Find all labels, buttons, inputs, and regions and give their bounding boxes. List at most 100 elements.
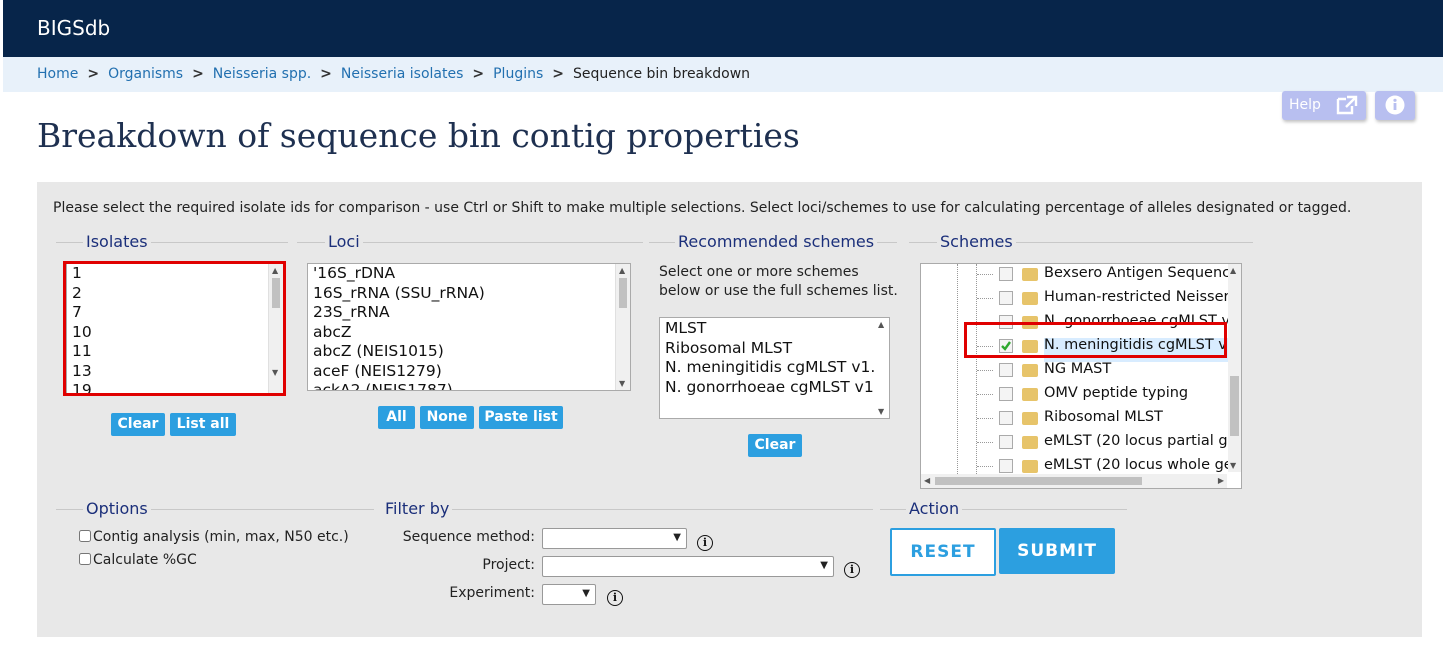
recommended-scheme-option[interactable]: N. gonorrhoeae cgMLST v1.0: [660, 378, 889, 398]
scheme-tree-item[interactable]: Bexsero Antigen Sequence Typing: [921, 264, 1241, 286]
scheme-checkbox[interactable]: [999, 435, 1013, 449]
locus-option[interactable]: abcZ: [308, 323, 630, 343]
reset-button[interactable]: RESET: [890, 528, 996, 576]
scroll-right-icon[interactable]: ▶: [1218, 476, 1224, 485]
scheme-tree-item[interactable]: Human-restricted Neisseria: [921, 286, 1241, 310]
breadcrumb-separator: >: [320, 66, 332, 82]
isolates-clear-button[interactable]: Clear: [111, 413, 165, 436]
schemes-horizontal-scrollbar[interactable]: ◀ ▶: [921, 474, 1227, 488]
recommended-schemes-listbox[interactable]: MLST Ribosomal MLST N. meningitidis cgMLST…: [659, 317, 890, 419]
scheme-label: OMV peptide typing: [1044, 385, 1189, 401]
locus-option[interactable]: aceF (NEIS1279): [308, 362, 630, 382]
calculate-gc-label: Calculate %GC: [93, 552, 197, 568]
scroll-up-icon[interactable]: ▲: [878, 320, 884, 329]
info-icon[interactable]: i: [607, 590, 623, 606]
locus-option[interactable]: ackA2 (NEIS1787): [308, 381, 630, 390]
submit-button[interactable]: SUBMIT: [999, 528, 1115, 574]
recommended-scheme-option[interactable]: Ribosomal MLST: [660, 339, 889, 359]
project-label: Project:: [482, 557, 535, 573]
action-legend: Action: [906, 499, 963, 518]
folder-icon: [1022, 268, 1038, 281]
scroll-down-icon[interactable]: ▼: [878, 407, 884, 416]
locus-option[interactable]: 23S_rRNA: [308, 303, 630, 323]
loci-none-button[interactable]: None: [420, 406, 474, 429]
breadcrumb-plugins[interactable]: Plugins: [493, 66, 543, 82]
form-panel: Please select the required isolate ids f…: [37, 182, 1422, 637]
scheme-label: Human-restricted Neisseria: [1044, 289, 1242, 305]
scheme-label: eMLST (20 locus partial gene): [1044, 433, 1242, 449]
scheme-checkbox[interactable]: [999, 387, 1013, 401]
intro-text: Please select the required isolate ids f…: [53, 200, 1352, 216]
isolates-legend: Isolates: [83, 232, 151, 251]
top-navbar: BIGSdb: [3, 0, 1443, 57]
info-icon[interactable]: i: [844, 562, 860, 578]
recommended-legend: Recommended schemes: [675, 232, 878, 251]
loci-scrollbar[interactable]: ▲ ▼: [615, 264, 630, 390]
experiment-select[interactable]: ▼: [542, 584, 596, 605]
locus-option[interactable]: '16S_rDNA: [308, 264, 630, 284]
brand-title[interactable]: BIGSdb: [37, 16, 110, 40]
breadcrumb-organisms[interactable]: Organisms: [108, 66, 183, 82]
scheme-checkbox[interactable]: [999, 267, 1013, 281]
help-button[interactable]: Help: [1282, 91, 1366, 120]
breadcrumb-neisseria-spp[interactable]: Neisseria spp.: [213, 66, 311, 82]
project-select[interactable]: ▼: [542, 556, 834, 577]
recommended-scheme-option[interactable]: N. meningitidis cgMLST v1.0: [660, 358, 889, 378]
scheme-tree-item[interactable]: Ribosomal MLST: [921, 406, 1231, 430]
recommended-scheme-option[interactable]: MLST: [660, 319, 889, 339]
breadcrumb: Home > Organisms > Neisseria spp. > Neisseria …: [3, 57, 1443, 92]
locus-option[interactable]: abcZ (NEIS1015): [308, 342, 630, 362]
info-circle-icon: [1385, 95, 1405, 115]
folder-icon: [1022, 292, 1038, 305]
contig-analysis-option[interactable]: Contig analysis (min, max, N50 etc.): [79, 529, 349, 545]
loci-listbox[interactable]: '16S_rDNA 16S_rRNA (SSU_rRNA) 23S_rRNA abcZ…: [307, 263, 631, 391]
scroll-up-icon[interactable]: ▲: [1230, 266, 1236, 275]
folder-icon: [1022, 412, 1038, 425]
contig-analysis-checkbox[interactable]: [79, 530, 91, 542]
fieldset-border: [383, 509, 873, 510]
isolates-list-all-button[interactable]: List all: [170, 413, 236, 436]
loci-all-button[interactable]: All: [378, 406, 415, 429]
breadcrumb-neisseria-isolates[interactable]: Neisseria isolates: [341, 66, 463, 82]
breadcrumb-current: Sequence bin breakdown: [573, 66, 751, 82]
folder-icon: [1022, 436, 1038, 449]
breadcrumb-separator: >: [472, 66, 485, 82]
sequence-method-select[interactable]: ▼: [542, 528, 687, 549]
schemes-tree[interactable]: Bexsero Antigen Sequence Typing Human-res…: [920, 263, 1242, 489]
breadcrumb-separator: >: [552, 66, 564, 82]
locus-option[interactable]: 16S_rRNA (SSU_rRNA): [308, 284, 630, 304]
recommended-clear-button[interactable]: Clear: [748, 434, 802, 457]
scheme-tree-item[interactable]: OMV peptide typing: [921, 382, 1231, 406]
scheme-tree-item[interactable]: NG MAST: [921, 358, 1231, 382]
scroll-down-icon[interactable]: ▼: [619, 379, 625, 388]
chevron-down-icon: ▼: [582, 588, 590, 599]
external-link-icon: [1336, 95, 1358, 115]
scroll-down-icon[interactable]: ▼: [1230, 461, 1236, 470]
schemes-legend: Schemes: [937, 232, 1016, 251]
info-toggle-button[interactable]: [1375, 91, 1415, 120]
folder-icon: [1022, 364, 1038, 377]
scheme-checkbox[interactable]: [999, 459, 1013, 473]
breadcrumb-home[interactable]: Home: [37, 66, 78, 82]
scheme-tree-item[interactable]: eMLST (20 locus partial gene): [921, 430, 1241, 454]
contig-analysis-label: Contig analysis (min, max, N50 etc.): [93, 529, 349, 545]
calculate-gc-checkbox[interactable]: [79, 553, 91, 565]
scheme-label: NG MAST: [1044, 361, 1112, 377]
scheme-label: eMLST (20 locus whole gene): [1044, 457, 1242, 473]
calculate-gc-option[interactable]: Calculate %GC: [79, 552, 197, 568]
scheme-highlight: [964, 322, 1227, 358]
folder-icon: [1022, 460, 1038, 473]
loci-paste-list-button[interactable]: Paste list: [479, 406, 563, 429]
scheme-checkbox[interactable]: [999, 363, 1013, 377]
experiment-label: Experiment:: [449, 585, 535, 601]
scheme-label: Ribosomal MLST: [1044, 409, 1163, 425]
schemes-vertical-scrollbar[interactable]: ▲ ▼: [1228, 264, 1241, 472]
scroll-left-icon[interactable]: ◀: [924, 476, 930, 485]
scheme-checkbox[interactable]: [999, 411, 1013, 425]
chevron-down-icon: ▼: [673, 532, 681, 543]
scheme-checkbox[interactable]: [999, 291, 1013, 305]
recommended-hint-line2: below or use the full schemes list.: [659, 283, 898, 299]
scroll-up-icon[interactable]: ▲: [619, 266, 625, 275]
info-icon[interactable]: i: [697, 535, 713, 551]
recommended-scrollbar[interactable]: ▲ ▼: [875, 318, 889, 418]
